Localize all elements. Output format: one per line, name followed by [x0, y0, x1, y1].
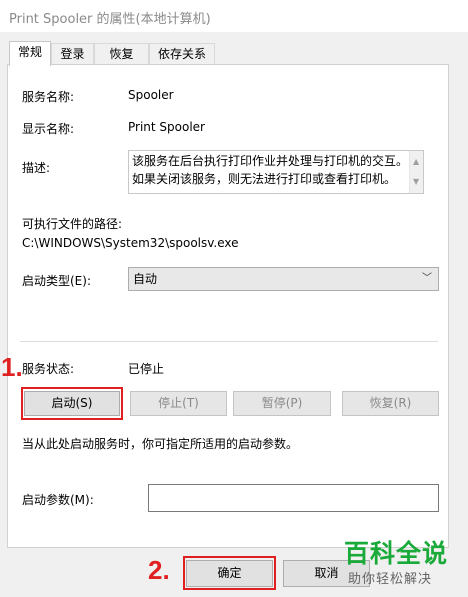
resume-button[interactable]: 恢复(R) — [342, 391, 439, 416]
pause-button[interactable]: 暂停(P) — [233, 391, 331, 416]
scroll-up-icon[interactable]: ▲ — [413, 153, 419, 171]
display-name-label: 显示名称: — [22, 122, 75, 136]
title-bar: Print Spooler 的属性(本地计算机) — [0, 0, 468, 32]
tab-strip: 常规 登录 恢复 依存关系 — [9, 41, 449, 66]
chevron-down-icon: ﹀ — [422, 273, 432, 284]
service-status-label: 服务状态: — [22, 362, 75, 376]
step-1-annotation: 1. — [1, 352, 23, 382]
highlight-ok-button — [183, 556, 276, 590]
startup-type-select[interactable]: 自动 ﹀ — [128, 267, 439, 291]
description-text: 该服务在后台执行打印作业并处理与打印机的交互。如果关闭该服务，则无法进行打印或查… — [132, 154, 409, 186]
start-params-label: 启动参数(M): — [22, 493, 94, 507]
scroll-down-icon[interactable]: ▼ — [413, 173, 419, 191]
service-name-label: 服务名称: — [22, 90, 75, 104]
stop-button[interactable]: 停止(T) — [130, 391, 227, 416]
description-label: 描述: — [22, 161, 51, 175]
startup-type-label: 启动类型(E): — [22, 274, 91, 288]
step-2-annotation: 2. — [148, 555, 170, 585]
start-params-input[interactable] — [148, 484, 439, 512]
tab-general[interactable]: 常规 — [9, 41, 51, 66]
description-scrollbar[interactable]: ▲ ▼ — [409, 151, 423, 193]
watermark-subtitle: 助你轻松解决 — [348, 572, 433, 587]
watermark-title: 百科全说 — [344, 539, 449, 568]
description-box[interactable]: 该服务在后台执行打印作业并处理与打印机的交互。如果关闭该服务，则无法进行打印或查… — [128, 150, 424, 194]
watermark-logo: 百科全说 助你轻松解决 — [340, 534, 468, 597]
divider — [20, 341, 438, 342]
window-title: Print Spooler 的属性(本地计算机) — [9, 12, 211, 27]
display-name-value: Print Spooler — [128, 120, 205, 134]
service-status-value: 已停止 — [128, 362, 165, 376]
service-name-value: Spooler — [128, 88, 174, 102]
highlight-start-button — [21, 387, 123, 420]
tab-recovery[interactable]: 恢复 — [94, 43, 149, 65]
start-params-hint: 当从此处启动服务时，你可指定所适用的启动参数。 — [22, 437, 299, 451]
general-panel: 服务名称: Spooler 显示名称: Print Spooler 描述: 该服… — [7, 64, 449, 548]
tab-dependencies[interactable]: 依存关系 — [149, 43, 215, 65]
startup-type-value: 自动 — [133, 272, 158, 286]
exe-path-label: 可执行文件的路径: — [22, 217, 123, 231]
tab-logon[interactable]: 登录 — [51, 43, 94, 65]
exe-path-value: C:\WINDOWS\System32\spoolsv.exe — [22, 236, 239, 250]
